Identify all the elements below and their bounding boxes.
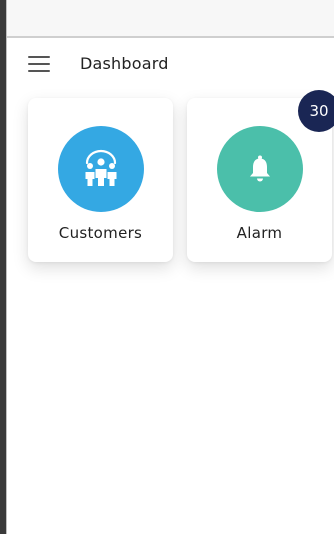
status-bar <box>7 0 334 36</box>
dashboard-cards: Customers Alarm 30 <box>28 90 334 262</box>
bell-icon <box>249 155 270 182</box>
hamburger-menu-icon[interactable] <box>28 54 52 72</box>
customers-icon-circle <box>57 126 144 212</box>
device-frame-edge <box>0 0 7 534</box>
alarm-count-badge: 30 <box>298 90 334 132</box>
app-screen: Dashboard Customers Alarm 30 <box>0 0 334 534</box>
alarm-card[interactable]: Alarm 30 <box>187 90 334 262</box>
app-bar: Dashboard <box>7 38 334 88</box>
page-title: Dashboard <box>80 53 169 73</box>
alarm-icon-circle <box>216 126 303 212</box>
customers-card[interactable]: Customers <box>28 98 173 262</box>
customers-label: Customers <box>58 224 143 242</box>
alarm-label: Alarm <box>236 224 283 242</box>
customers-group-icon <box>85 149 116 186</box>
